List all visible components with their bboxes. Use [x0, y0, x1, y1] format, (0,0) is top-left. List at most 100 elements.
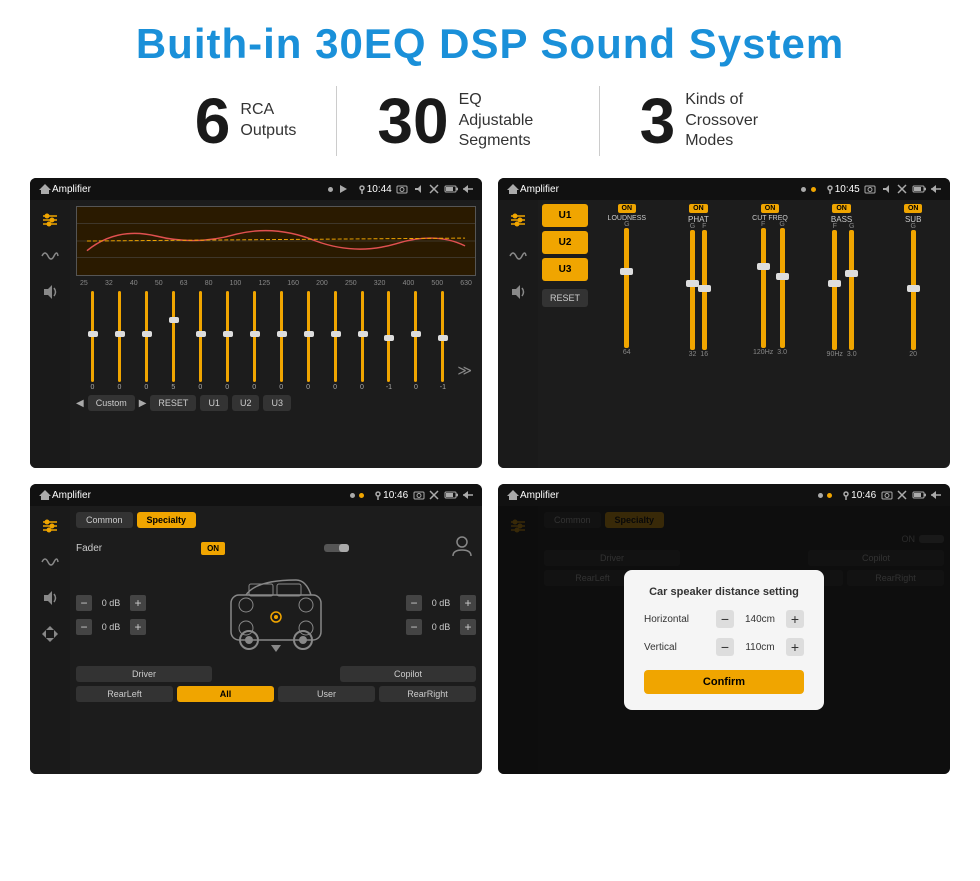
eq-prev-btn[interactable]: ◀ — [76, 398, 84, 409]
fader-icon-eq[interactable] — [38, 514, 62, 538]
dlg-battery-icon — [912, 490, 926, 500]
fader-db-row-3: − 0 dB + — [406, 595, 476, 611]
fader-icon-arrows[interactable] — [38, 622, 62, 646]
fader-tabs: Common Specialty — [76, 512, 476, 528]
cr-u2-btn[interactable]: U2 — [542, 231, 588, 254]
dlg-dot1 — [818, 493, 823, 498]
fader-copilot-btn[interactable]: Copilot — [340, 666, 476, 682]
eq-icon-active[interactable] — [38, 208, 62, 232]
fader-plus-1[interactable]: + — [130, 595, 146, 611]
cr-battery-icon — [912, 184, 926, 194]
cr-icon-eq[interactable] — [506, 208, 530, 232]
cr-x-icon — [897, 184, 907, 194]
fader-x-icon — [429, 490, 439, 500]
eq-slider-13[interactable]: 0 — [403, 291, 428, 391]
fader-tab-common[interactable]: Common — [76, 512, 133, 528]
dialog-horizontal-label: Horizontal — [644, 614, 689, 625]
home-icon — [38, 183, 52, 195]
cr-volume-icon — [881, 184, 893, 194]
fader-bottom-buttons: Driver Copilot — [76, 666, 476, 682]
fader-tab-specialty[interactable]: Specialty — [137, 512, 197, 528]
eq-bottom-bar: ◀ Custom ▶ RESET U1 U2 U3 — [76, 395, 476, 411]
eq-slider-3[interactable]: 0 — [134, 291, 159, 391]
eq-slider-8[interactable]: 0 — [269, 291, 294, 391]
fader-rearright-btn[interactable]: RearRight — [379, 686, 476, 702]
eq-slider-12[interactable]: -1 — [376, 291, 401, 391]
x-icon — [429, 184, 439, 194]
fader-plus-3[interactable]: + — [460, 595, 476, 611]
eq-icon-wave[interactable] — [38, 244, 62, 268]
fader-minus-1[interactable]: − — [76, 595, 92, 611]
eq-slider-9[interactable]: 0 — [296, 291, 321, 391]
fader-left-controls: − 0 dB + − 0 dB + — [76, 595, 146, 635]
eq-slider-11[interactable]: 0 — [350, 291, 375, 391]
cr-home-icon — [506, 183, 520, 195]
eq-u3-btn[interactable]: U3 — [263, 395, 291, 411]
eq-next-btn[interactable]: ▶ — [139, 398, 147, 409]
eq-slider-10[interactable]: 0 — [323, 291, 348, 391]
fader-back-icon — [462, 490, 474, 500]
cr-main: U1 U2 U3 RESET ON LOUDNESS — [538, 200, 950, 468]
eq-slider-1[interactable]: 0 — [80, 291, 105, 391]
eq-slider-14[interactable]: -1 — [430, 291, 455, 391]
dialog-vertical-plus[interactable]: + — [786, 638, 804, 656]
cr-cutfreq-on[interactable]: ON — [761, 204, 780, 213]
fader-time: 10:46 — [383, 490, 408, 501]
fader-all-btn[interactable]: All — [177, 686, 274, 702]
confirm-button[interactable]: Confirm — [644, 670, 804, 694]
stat-number-crossover: 3 — [640, 89, 676, 153]
cr-back-icon — [930, 184, 942, 194]
dialog-horizontal-value: 140cm — [740, 614, 780, 625]
fader-driver-btn[interactable]: Driver — [76, 666, 212, 682]
eq-slider-6[interactable]: 0 — [215, 291, 240, 391]
dlg-title: Amplifier — [520, 490, 818, 501]
stat-label-rca: RCAOutputs — [240, 100, 296, 142]
cr-icon-speaker[interactable] — [506, 280, 530, 304]
cr-sub-header: ON SUB — [904, 204, 923, 224]
cr-icon-wave[interactable] — [506, 244, 530, 268]
dlg-camera-icon — [881, 490, 893, 500]
fader-icon-speaker[interactable] — [38, 586, 62, 610]
fader-minus-3[interactable]: − — [406, 595, 422, 611]
fader-icon-wave[interactable] — [38, 550, 62, 574]
cr-u3-btn[interactable]: U3 — [542, 258, 588, 281]
stat-number-rca: 6 — [195, 89, 231, 153]
dialog-overlay: Car speaker distance setting Horizontal … — [498, 506, 950, 774]
eq-slider-4[interactable]: 5 — [161, 291, 186, 391]
dialog-horizontal-minus[interactable]: − — [716, 610, 734, 628]
cr-channel-bass: ON BASS F 90Hz — [809, 204, 875, 464]
location-icon — [357, 184, 367, 194]
eq-slider-5[interactable]: 0 — [188, 291, 213, 391]
fader-plus-2[interactable]: + — [130, 619, 146, 635]
cr-reset-btn[interactable]: RESET — [542, 289, 588, 307]
stat-crossover: 3 Kinds ofCrossover Modes — [600, 89, 826, 153]
eq-sliders: 0 0 0 5 0 0 0 0 0 0 0 -1 0 -1 ≫ — [76, 291, 476, 391]
eq-slider-7[interactable]: 0 — [242, 291, 267, 391]
cr-u1-btn[interactable]: U1 — [542, 204, 588, 227]
fader-minus-2[interactable]: − — [76, 619, 92, 635]
fader-top-row: Fader ON — [76, 534, 476, 562]
eq-reset-btn[interactable]: RESET — [150, 395, 196, 411]
fader-db-row-1: − 0 dB + — [76, 595, 146, 611]
fader-minus-4[interactable]: − — [406, 619, 422, 635]
fader-rearleft-btn[interactable]: RearLeft — [76, 686, 173, 702]
eq-custom-btn[interactable]: Custom — [88, 395, 135, 411]
fader-user-btn[interactable]: User — [278, 686, 375, 702]
dialog-vertical-minus[interactable]: − — [716, 638, 734, 656]
fader-plus-4[interactable]: + — [460, 619, 476, 635]
eq-icon-speaker[interactable] — [38, 280, 62, 304]
dialog-vertical-value: 110cm — [740, 642, 780, 653]
cr-bass-on[interactable]: ON — [832, 204, 851, 213]
fader-camera-icon — [413, 490, 425, 500]
eq-u1-btn[interactable]: U1 — [200, 395, 228, 411]
dialog-horizontal-plus[interactable]: + — [786, 610, 804, 628]
cr-sub-on[interactable]: ON — [904, 204, 923, 213]
fader-on-badge[interactable]: ON — [201, 542, 225, 555]
cr-loudness-on[interactable]: ON — [618, 204, 637, 213]
eq-slider-2[interactable]: 0 — [107, 291, 132, 391]
cr-phat-on[interactable]: ON — [689, 204, 708, 213]
cr-sidebar — [498, 200, 538, 468]
eq-u2-btn[interactable]: U2 — [232, 395, 260, 411]
cr-channel-cutfreq: ON CUT FREQ F 120Hz — [737, 204, 803, 464]
fader-status-bar: Amplifier 10:46 — [30, 484, 482, 506]
